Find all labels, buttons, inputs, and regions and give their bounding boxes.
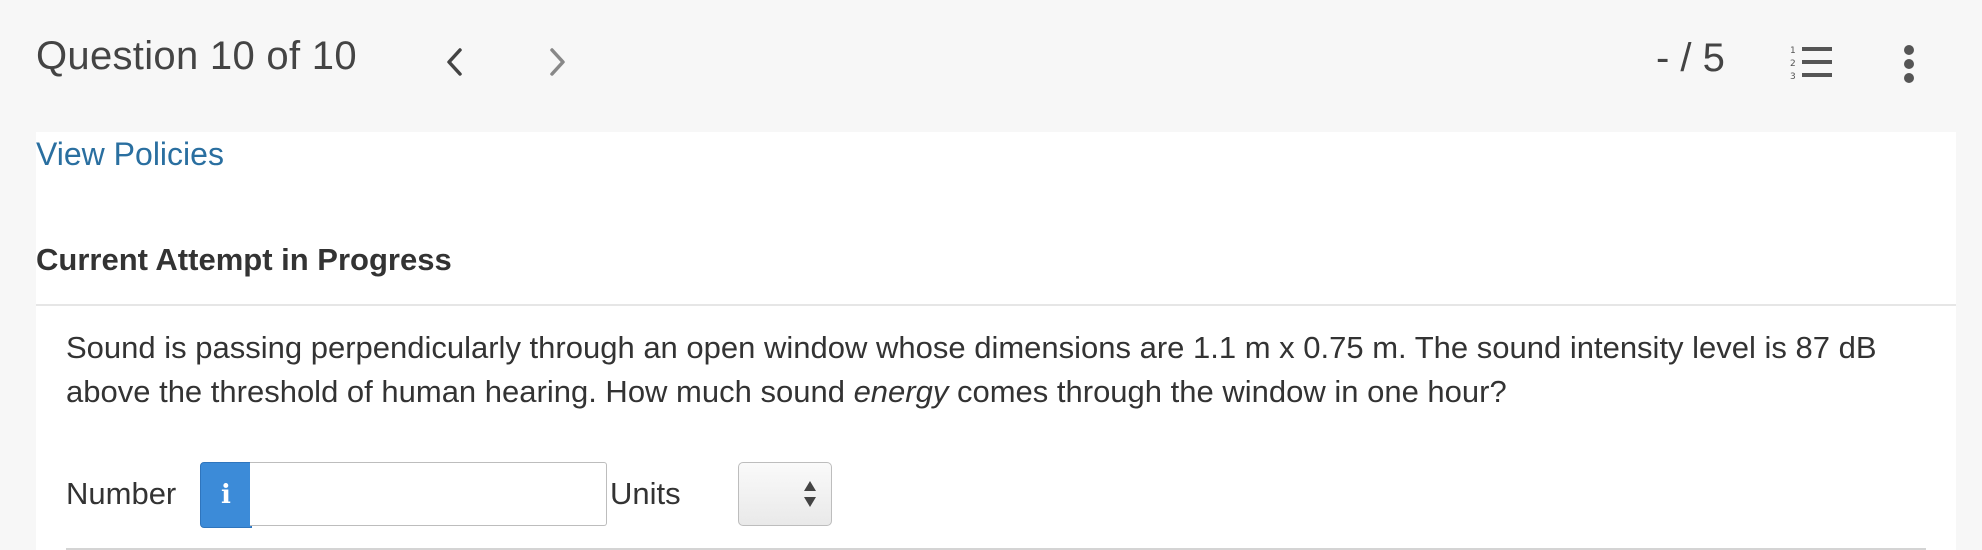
numbered-list-icon[interactable]: 1 2 3 bbox=[1790, 44, 1834, 84]
svg-text:2: 2 bbox=[1790, 59, 1796, 69]
divider bbox=[36, 304, 1956, 306]
question-text: Sound is passing perpendicularly through… bbox=[66, 326, 1926, 414]
question-counter: Question 10 of 10 bbox=[36, 34, 357, 78]
next-question-button[interactable] bbox=[538, 40, 578, 84]
svg-text:1: 1 bbox=[1790, 46, 1796, 56]
info-icon: i bbox=[221, 480, 231, 510]
answer-row: Number i Units bbox=[66, 462, 1926, 528]
previous-question-button[interactable] bbox=[434, 40, 474, 84]
view-policies-link[interactable]: View Policies bbox=[36, 136, 224, 173]
info-button[interactable]: i bbox=[200, 462, 252, 528]
score-display: - / 5 bbox=[1656, 36, 1725, 80]
number-input[interactable] bbox=[250, 462, 607, 526]
chevron-right-icon bbox=[550, 48, 565, 76]
select-arrows-icon bbox=[804, 481, 816, 507]
question-content: View Policies Current Attempt in Progres… bbox=[36, 132, 1956, 550]
attempt-heading: Current Attempt in Progress bbox=[36, 242, 452, 277]
vertical-dots-icon[interactable] bbox=[1898, 44, 1920, 84]
number-label: Number bbox=[66, 476, 177, 511]
question-header: Question 10 of 10 - / 5 1 2 3 bbox=[0, 0, 1982, 132]
question-emphasis: energy bbox=[853, 374, 949, 409]
question-text-after: comes through the window in one hour? bbox=[948, 374, 1507, 409]
units-label: Units bbox=[610, 476, 681, 511]
chevron-left-icon bbox=[447, 48, 462, 76]
units-dropdown[interactable] bbox=[738, 462, 832, 526]
svg-text:3: 3 bbox=[1790, 72, 1796, 82]
